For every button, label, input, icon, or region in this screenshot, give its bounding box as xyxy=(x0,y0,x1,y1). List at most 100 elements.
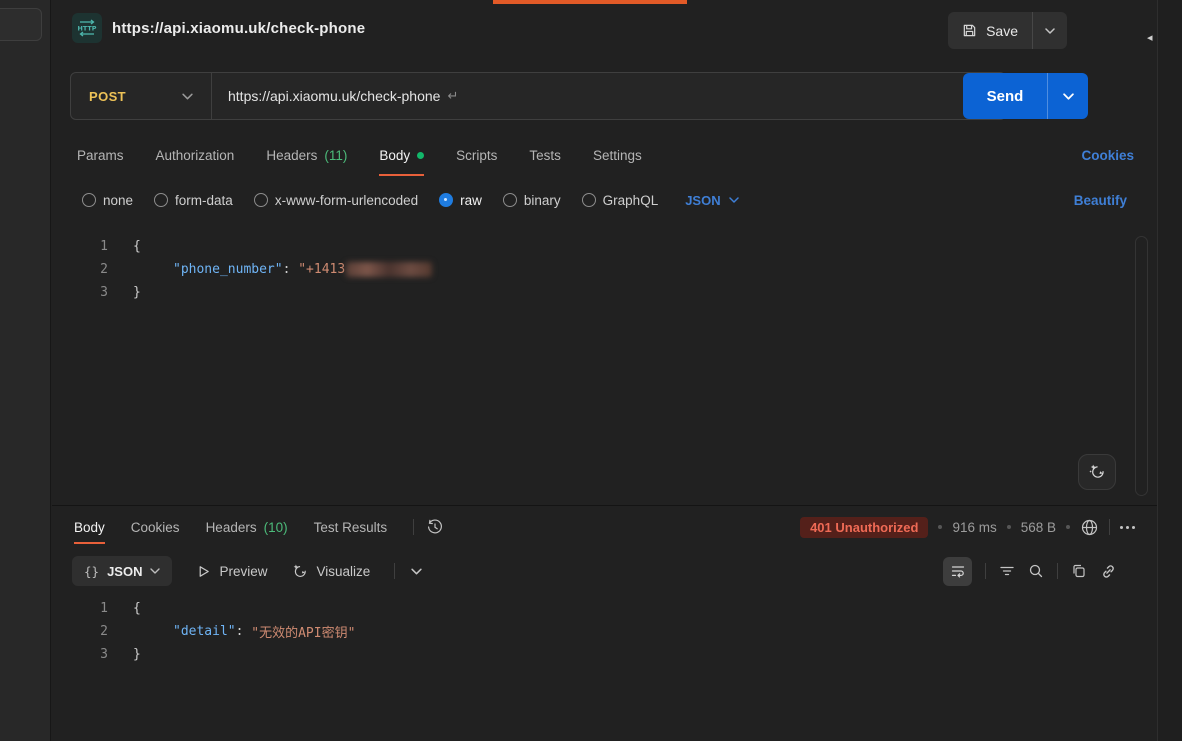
response-tab-test-results[interactable]: Test Results xyxy=(314,510,388,544)
tab-label: Settings xyxy=(593,148,642,163)
format-options-button[interactable] xyxy=(411,568,422,575)
response-tab-body[interactable]: Body xyxy=(74,510,105,544)
token-string: "无效的API密钥" xyxy=(251,622,355,641)
tab-label: Body xyxy=(379,148,410,163)
radio-label: raw xyxy=(460,193,482,208)
toolbar-divider xyxy=(413,519,414,535)
enter-key-hint: ↵ xyxy=(447,88,458,104)
braces-icon: {} xyxy=(84,564,99,579)
request-body-editor[interactable]: 1 { 2 "phone_number" : "+1413 3 } xyxy=(52,235,1132,304)
tab-authorization[interactable]: Authorization xyxy=(156,134,235,176)
radio-icon xyxy=(582,193,596,207)
tab-body[interactable]: Body xyxy=(379,134,424,176)
chevron-down-icon xyxy=(182,93,193,100)
language-label: JSON xyxy=(685,193,720,208)
chevron-down-icon xyxy=(411,568,422,575)
postman-window: HTTP https://api.xiaomu.uk/check-phone S… xyxy=(0,0,1182,741)
line-number: 1 xyxy=(52,601,108,616)
tab-headers[interactable]: Headers (11) xyxy=(266,134,347,176)
token-string: "+1413 xyxy=(298,262,345,277)
radio-selected-icon xyxy=(439,193,453,207)
preview-button[interactable]: Preview xyxy=(196,564,267,579)
response-body-viewer[interactable]: 1 { 2 "detail" : "无效的API密钥" 3 } xyxy=(52,597,1132,666)
response-tab-headers[interactable]: Headers (10) xyxy=(206,510,288,544)
radio-label: form-data xyxy=(175,193,233,208)
code-line: 2 "phone_number" : "+1413 xyxy=(52,258,1132,281)
radio-icon xyxy=(154,193,168,207)
url-input[interactable]: https://api.xiaomu.uk/check-phone ↵ xyxy=(228,88,1005,104)
response-view-tools xyxy=(943,553,1117,589)
tab-scripts[interactable]: Scripts xyxy=(456,134,497,176)
save-button-group: Save xyxy=(948,12,1067,49)
line-number: 2 xyxy=(52,624,108,639)
radio-graphql[interactable]: GraphQL xyxy=(582,193,659,208)
token-colon: : xyxy=(236,624,252,639)
chevron-down-icon xyxy=(150,568,160,574)
line-number: 2 xyxy=(52,262,108,277)
tab-label: Cookies xyxy=(131,520,180,535)
tab-label: Scripts xyxy=(456,148,497,163)
response-history-button[interactable] xyxy=(426,510,444,544)
tab-label: Tests xyxy=(529,148,561,163)
tab-params[interactable]: Params xyxy=(77,134,124,176)
redacted-phone-blur xyxy=(346,262,432,277)
cookies-link[interactable]: Cookies xyxy=(1081,134,1134,176)
visualize-button[interactable]: Visualize xyxy=(291,563,370,580)
response-format-dropdown[interactable]: {} JSON xyxy=(72,556,172,586)
request-response-divider[interactable] xyxy=(52,505,1157,506)
history-clock-icon xyxy=(426,518,444,536)
radio-icon xyxy=(82,193,96,207)
copy-icon xyxy=(1071,563,1087,579)
save-button[interactable]: Save xyxy=(948,12,1032,49)
request-tabs: Params Authorization Headers (11) Body S… xyxy=(52,134,1157,176)
radio-none[interactable]: none xyxy=(82,193,133,208)
radio-raw[interactable]: raw xyxy=(439,193,482,208)
share-link-button[interactable] xyxy=(1100,563,1117,580)
radio-label: binary xyxy=(524,193,561,208)
preview-label: Preview xyxy=(219,564,267,579)
beautify-link[interactable]: Beautify xyxy=(1074,183,1127,217)
postbot-button[interactable] xyxy=(1078,454,1116,490)
editor-scrollbar[interactable] xyxy=(1135,236,1148,496)
line-number: 1 xyxy=(52,239,108,254)
response-size: 568 B xyxy=(1021,520,1056,535)
send-button[interactable]: Send xyxy=(963,73,1047,119)
tab-tests[interactable]: Tests xyxy=(529,134,561,176)
tab-label: Body xyxy=(74,520,105,535)
response-more-options-button[interactable] xyxy=(1120,526,1135,529)
method-selector[interactable]: POST xyxy=(71,73,211,119)
save-options-button[interactable] xyxy=(1033,12,1067,49)
format-label: JSON xyxy=(107,564,142,579)
language-dropdown[interactable]: JSON xyxy=(685,193,738,208)
send-options-button[interactable] xyxy=(1048,73,1088,119)
wrap-text-button[interactable] xyxy=(943,557,972,586)
copy-button[interactable] xyxy=(1071,563,1087,579)
radio-x-www-form-urlencoded[interactable]: x-www-form-urlencoded xyxy=(254,193,418,208)
chevron-down-icon xyxy=(1045,28,1055,34)
token-brace: { xyxy=(133,601,141,616)
chevron-down-icon xyxy=(729,197,739,203)
chevron-down-icon xyxy=(1063,93,1074,100)
filter-button[interactable] xyxy=(999,563,1015,579)
url-bar-divider xyxy=(211,73,212,119)
radio-icon xyxy=(503,193,517,207)
code-line: 1 { xyxy=(52,235,1132,258)
token-brace: } xyxy=(133,647,141,662)
search-icon xyxy=(1028,563,1044,579)
network-info-button[interactable] xyxy=(1080,518,1099,537)
response-time: 916 ms xyxy=(952,520,996,535)
globe-icon xyxy=(1080,518,1099,537)
send-button-group: Send xyxy=(963,73,1088,119)
search-button[interactable] xyxy=(1028,563,1044,579)
response-meta: 401 Unauthorized 916 ms 568 B xyxy=(800,510,1135,544)
token-brace: } xyxy=(133,285,141,300)
response-tab-cookies[interactable]: Cookies xyxy=(131,510,180,544)
dot-separator xyxy=(1007,525,1011,529)
dot-separator xyxy=(1066,525,1070,529)
radio-binary[interactable]: binary xyxy=(503,193,561,208)
method-label: POST xyxy=(89,89,126,104)
token-colon: : xyxy=(283,262,299,277)
tab-settings[interactable]: Settings xyxy=(593,134,642,176)
radio-form-data[interactable]: form-data xyxy=(154,193,233,208)
body-type-selector: none form-data x-www-form-urlencoded raw… xyxy=(52,183,1157,217)
